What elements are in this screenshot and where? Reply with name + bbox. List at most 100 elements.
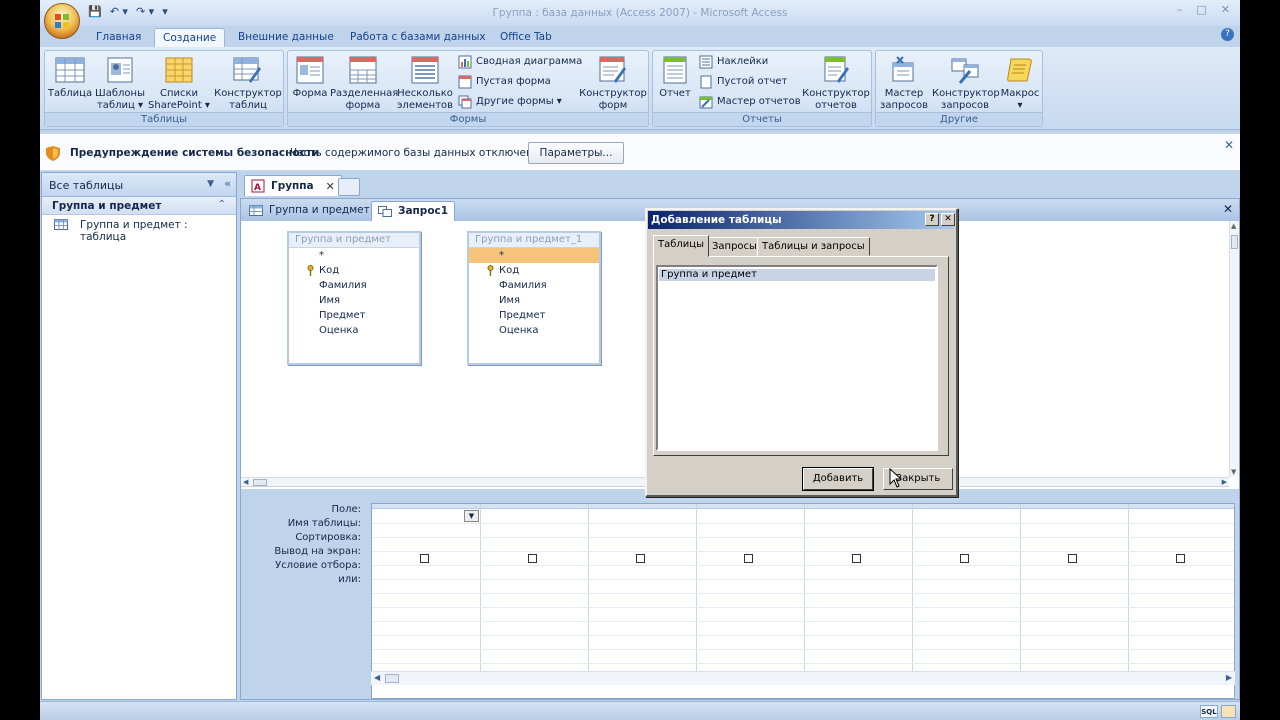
form-designer-button[interactable]: Конструктор форм (578, 53, 648, 112)
grid-horizontal-scrollbar[interactable]: ◀ ▶ (371, 671, 1235, 685)
query-designer-button[interactable]: Конструктор запросов (932, 53, 1000, 112)
scroll-up-icon[interactable]: ▲ (1231, 222, 1236, 230)
scroll-right-icon[interactable]: ▶ (1226, 673, 1232, 682)
grid-row-line (372, 621, 1234, 622)
object-tab-query[interactable]: Запрос1 (371, 201, 456, 221)
query-grid[interactable]: ▼ (371, 503, 1235, 699)
macro-button[interactable]: Макрос ▾ (998, 53, 1042, 112)
svg-text:A: A (254, 183, 261, 193)
report-button[interactable]: Отчет (655, 53, 695, 100)
dialog-help-button[interactable]: ? (925, 213, 939, 226)
scroll-thumb[interactable] (385, 674, 399, 683)
redo-icon[interactable]: ↷ ▾ (136, 5, 154, 19)
show-checkbox[interactable] (1068, 554, 1077, 563)
object-tab-table[interactable]: Группа и предмет (243, 201, 376, 221)
table-templates-button[interactable]: Шаблоны таблиц ▾ (95, 53, 145, 112)
sql-view-button[interactable]: SQL (1200, 705, 1218, 718)
split-form-icon (349, 56, 377, 84)
show-checkbox[interactable] (420, 554, 429, 563)
scroll-left-icon[interactable]: ◀ (374, 673, 380, 682)
show-checkbox[interactable] (960, 554, 969, 563)
field-item[interactable]: Предмет (469, 308, 599, 323)
pivot-chart-button[interactable]: Сводная диаграмма (458, 53, 582, 71)
field-list[interactable]: Группа и предмет_1 * Код Фамилия Имя Пре… (467, 231, 601, 365)
form-button[interactable]: Форма (290, 53, 330, 100)
show-checkbox[interactable] (744, 554, 753, 563)
field-item[interactable]: Предмет (289, 308, 419, 323)
table-list[interactable]: Группа и предмет (656, 265, 938, 451)
collapse-pane-icon[interactable]: « (224, 177, 231, 190)
close-window-button[interactable]: ✕ (1221, 3, 1230, 16)
dialog-close-button[interactable]: ✕ (941, 213, 955, 226)
field-item[interactable]: Код (469, 263, 599, 278)
close-security-bar-icon[interactable]: ✕ (1224, 138, 1234, 152)
nav-item-table[interactable]: Группа и предмет : таблица (42, 215, 236, 243)
query-wizard-button[interactable]: Мастер запросов (878, 53, 930, 112)
doc-tab-label: Группа (271, 180, 314, 192)
tab-home[interactable]: Главная (88, 28, 149, 48)
tab-external-data[interactable]: Внешние данные (230, 28, 342, 48)
more-forms-button[interactable]: Другие формы ▾ (458, 93, 562, 111)
dialog-tab-tables[interactable]: Таблицы (653, 235, 709, 257)
sharepoint-lists-button[interactable]: Списки SharePoint ▾ (147, 53, 211, 112)
add-button[interactable]: Добавить (802, 467, 874, 491)
field-item[interactable]: Оценка (289, 323, 419, 338)
chevron-down-icon[interactable]: ▼ (207, 179, 214, 189)
field-item[interactable]: * (289, 248, 419, 263)
group-other-label: Другие (876, 112, 1042, 126)
show-checkbox[interactable] (528, 554, 537, 563)
report-wizard-button[interactable]: Мастер отчетов (699, 93, 801, 111)
nav-pane-header[interactable]: Все таблицы ▼ « (42, 173, 236, 197)
field-item[interactable]: Оценка (469, 323, 599, 338)
scroll-down-icon[interactable]: ▼ (1231, 468, 1236, 476)
maximize-button[interactable]: □ (1196, 3, 1206, 16)
field-dropdown-icon[interactable]: ▼ (464, 510, 479, 522)
close-query-icon[interactable]: ✕ (1223, 202, 1233, 216)
office-button[interactable] (44, 3, 80, 39)
help-icon[interactable]: ? (1221, 28, 1234, 41)
customize-qat-icon[interactable]: ▾ (162, 5, 168, 19)
show-checkbox[interactable] (1176, 554, 1185, 563)
vertical-scrollbar[interactable]: ▲ ▼ (1229, 221, 1239, 477)
nav-group[interactable]: Группа и предмет ⌃ (42, 197, 236, 215)
doc-tab-group[interactable]: A Группа ✕ (244, 175, 342, 196)
table-button[interactable]: Таблица (47, 53, 93, 100)
minimize-button[interactable]: – (1177, 3, 1183, 16)
scroll-thumb[interactable] (253, 479, 267, 486)
blank-form-button[interactable]: Пустая форма (458, 73, 551, 91)
undo-icon[interactable]: ↶ ▾ (110, 5, 128, 19)
show-checkbox[interactable] (852, 554, 861, 563)
field-item[interactable]: Фамилия (469, 278, 599, 293)
scroll-right-icon[interactable]: ▶ (1222, 478, 1227, 486)
design-view-icon[interactable] (1221, 705, 1236, 718)
blank-report-button[interactable]: Пустой отчет (699, 73, 787, 91)
show-checkbox[interactable] (636, 554, 645, 563)
tab-database-tools[interactable]: Работа с базами данных (342, 28, 494, 48)
report-designer-button[interactable]: Конструктор отчетов (801, 53, 871, 112)
table-designer-button[interactable]: Конструктор таблиц (213, 53, 283, 112)
field-item[interactable]: Фамилия (289, 278, 419, 293)
scroll-left-icon[interactable]: ◀ (243, 478, 248, 486)
tab-create[interactable]: Создание (154, 28, 226, 48)
table-list-item[interactable]: Группа и предмет (659, 269, 935, 281)
dialog-tab-both[interactable]: Таблицы и запросы (757, 237, 870, 256)
tab-office-tab[interactable]: Office Tab (492, 28, 560, 48)
save-icon[interactable]: 💾 (88, 5, 102, 19)
chevron-up-icon[interactable]: ⌃ (218, 199, 226, 210)
split-form-button[interactable]: Разделенная форма (330, 53, 398, 112)
options-button[interactable]: Параметры... (528, 142, 624, 164)
dialog-tab-queries[interactable]: Запросы (707, 237, 762, 256)
close-tab-icon[interactable]: ✕ (326, 180, 335, 193)
scroll-thumb[interactable] (1231, 235, 1238, 249)
multiple-items-button[interactable]: Несколько элементов (396, 53, 454, 112)
field-item[interactable]: Имя (289, 293, 419, 308)
more-forms-icon (458, 95, 472, 109)
field-item[interactable]: * (469, 248, 599, 263)
labels-button[interactable]: Наклейки (699, 53, 768, 71)
new-tab-icon[interactable] (338, 178, 360, 196)
field-list[interactable]: Группа и предмет * Код Фамилия Имя Предм… (287, 231, 421, 365)
field-item[interactable]: Имя (469, 293, 599, 308)
key-icon (307, 265, 314, 276)
field-item[interactable]: Код (289, 263, 419, 278)
multiple-items-icon (411, 56, 439, 84)
